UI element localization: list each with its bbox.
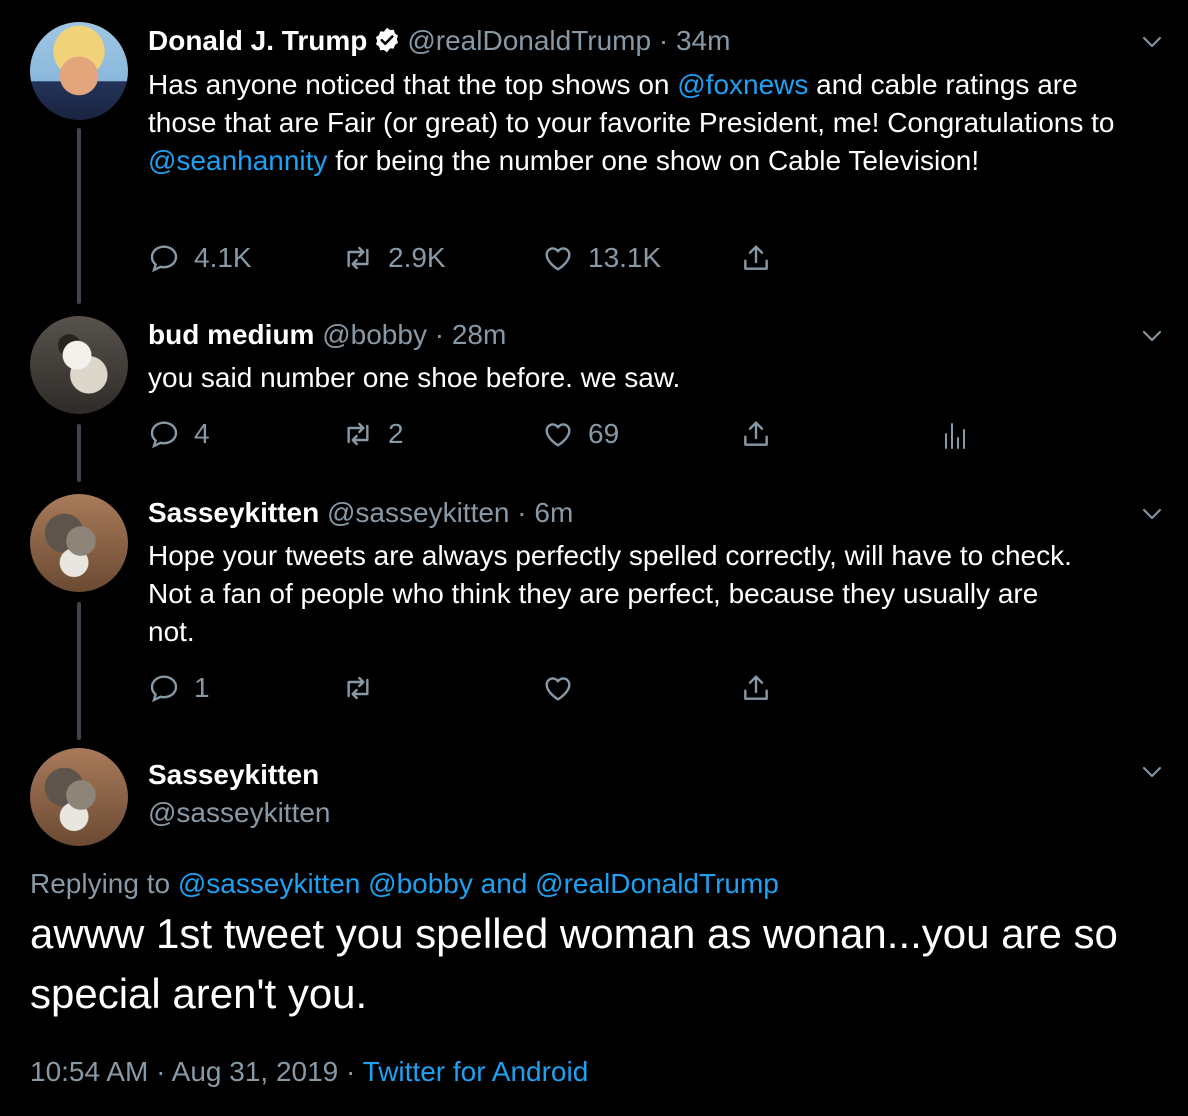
reply-count: 4	[194, 418, 210, 449]
thread-line	[77, 424, 81, 482]
mention-link[interactable]: @realDonaldTrump	[535, 868, 779, 899]
main-tweet-text: awww 1st tweet you spelled woman as wona…	[30, 910, 1118, 1017]
analytics-button[interactable]	[942, 418, 966, 450]
main-tweet: Sasseykitten @sasseykitten Replying to @…	[0, 740, 1188, 1116]
separator-dot: ·	[517, 497, 527, 528]
author-handle[interactable]: @sasseykitten	[148, 796, 331, 830]
thread-line	[77, 128, 81, 304]
tweet-time[interactable]: 6m	[534, 497, 573, 528]
separator-dot: ·	[434, 319, 445, 350]
retweet-count: 2.9K	[388, 242, 446, 273]
author-name[interactable]: bud medium	[148, 319, 314, 350]
reply-count: 1	[194, 672, 210, 703]
author-name[interactable]: Donald J. Trump	[148, 25, 367, 56]
share-button[interactable]	[740, 418, 772, 450]
retweet-button[interactable]: 2.9K	[342, 242, 446, 274]
tweet-text: Has anyone noticed that the top shows on…	[148, 66, 1128, 180]
tweet-header: Donald J. Trump @realDonaldTrump · 34m	[148, 24, 730, 62]
analytics-icon	[945, 423, 965, 449]
tweet-time[interactable]: 34m	[676, 25, 730, 56]
like-icon	[542, 242, 574, 274]
reply-icon	[148, 418, 180, 450]
like-count: 69	[588, 418, 620, 449]
replying-and: and	[480, 868, 528, 899]
mention-link[interactable]: @seanhannity	[148, 145, 327, 176]
author-handle[interactable]: @realDonaldTrump	[407, 25, 651, 56]
avatar[interactable]	[30, 494, 128, 592]
tweet-actions: 1	[148, 672, 848, 706]
tweet-source[interactable]: Twitter for Android	[363, 1056, 589, 1087]
like-icon	[542, 672, 574, 704]
avatar[interactable]	[30, 22, 128, 120]
retweet-icon	[342, 242, 374, 274]
tweet-text-segment: for being the number one show on Cable T…	[327, 145, 980, 176]
author-handle[interactable]: @sasseykitten	[327, 497, 510, 528]
tweet-actions: 4.1K 2.9K 13.1K	[148, 242, 848, 276]
author-name-block: Sasseykitten @sasseykitten	[148, 758, 331, 830]
tweet-header: bud medium @bobby · 28m	[148, 318, 506, 352]
reply-button[interactable]: 4.1K	[148, 242, 252, 274]
tweet-3[interactable]: Sasseykitten @sasseykitten · 6m Hope you…	[0, 480, 1188, 740]
share-icon	[740, 418, 772, 450]
reply-icon	[148, 242, 180, 274]
thread-line	[77, 602, 81, 740]
verified-badge-icon	[373, 26, 401, 62]
tweet-2[interactable]: bud medium @bobby · 28m you said number …	[0, 300, 1188, 482]
tweet-1[interactable]: Donald J. Trump @realDonaldTrump · 34m Ha…	[0, 0, 1188, 304]
reply-button[interactable]: 4	[148, 418, 210, 450]
chevron-down-icon[interactable]	[1140, 324, 1164, 348]
reply-icon	[148, 672, 180, 704]
mention-link[interactable]: @sasseykitten	[178, 868, 361, 899]
separator-dot: ·	[156, 1056, 166, 1087]
tweet-text: you said number one shoe before. we saw.	[148, 362, 681, 393]
tweet-date[interactable]: Aug 31, 2019	[172, 1056, 339, 1087]
separator-dot: ·	[346, 1056, 356, 1087]
reply-count: 4.1K	[194, 242, 252, 273]
retweet-button[interactable]	[342, 672, 374, 704]
retweet-icon	[342, 672, 374, 704]
chevron-down-icon[interactable]	[1140, 760, 1164, 784]
mention-link[interactable]: @foxnews	[677, 69, 808, 100]
tweet-meta: 10:54 AM · Aug 31, 2019 · Twitter for An…	[30, 1056, 588, 1088]
separator-dot: ·	[658, 25, 669, 56]
chevron-down-icon[interactable]	[1140, 502, 1164, 526]
share-button[interactable]	[740, 672, 772, 704]
tweet-time[interactable]: 10:54 AM	[30, 1056, 148, 1087]
share-icon	[740, 672, 772, 704]
author-name[interactable]: Sasseykitten	[148, 758, 331, 792]
like-button[interactable]: 13.1K	[542, 242, 661, 274]
like-count: 13.1K	[588, 242, 662, 273]
tweet-text-segment: Has anyone noticed that the top shows on	[148, 69, 678, 100]
reply-button[interactable]: 1	[148, 672, 210, 704]
tweet-text: Hope your tweets are always perfectly sp…	[148, 540, 1072, 647]
retweet-button[interactable]: 2	[342, 418, 404, 450]
tweet-actions: 4 2 69	[148, 418, 1008, 452]
tweet-header: Sasseykitten @sasseykitten · 6m	[148, 496, 573, 530]
like-icon	[542, 418, 574, 450]
like-button[interactable]	[542, 672, 574, 704]
tweet-time[interactable]: 28m	[452, 319, 506, 350]
replying-to: Replying to @sasseykitten @bobby and @re…	[30, 868, 779, 900]
avatar[interactable]	[30, 748, 128, 846]
author-handle[interactable]: @bobby	[322, 319, 427, 350]
mention-link[interactable]: @bobby	[368, 868, 473, 899]
avatar[interactable]	[30, 316, 128, 414]
like-button[interactable]: 69	[542, 418, 619, 450]
share-icon	[740, 242, 772, 274]
author-name[interactable]: Sasseykitten	[148, 497, 319, 528]
chevron-down-icon[interactable]	[1140, 30, 1164, 54]
retweet-icon	[342, 418, 374, 450]
retweet-count: 2	[388, 418, 404, 449]
replying-to-label: Replying to	[30, 868, 171, 899]
share-button[interactable]	[740, 242, 772, 274]
